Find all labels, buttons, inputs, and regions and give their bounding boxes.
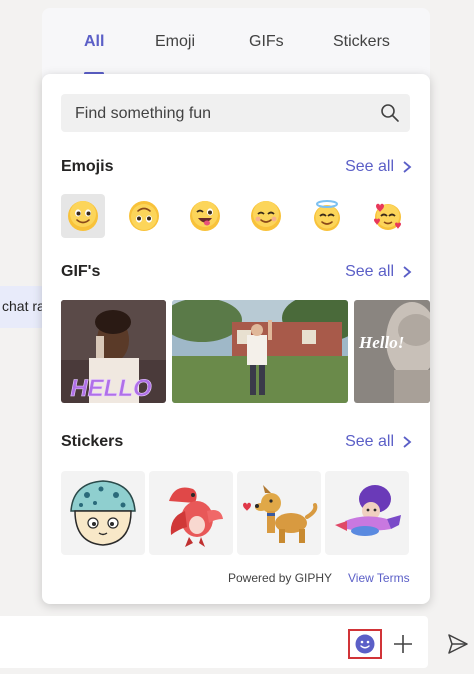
emojis-section-title: Emojis [61,158,114,175]
chat-message-text: chat ra [2,298,45,314]
blush-emoji[interactable] [244,194,288,238]
gifs-section-title: GIF's [61,263,101,280]
gif-statue-caption: Hello! [358,333,404,352]
smiley-icon [355,634,375,654]
halo-emoji[interactable] [305,194,349,238]
smile-emoji[interactable] [61,194,105,238]
tab-all[interactable]: All [84,33,104,51]
gif-wave-boy[interactable] [172,300,348,403]
winking-tongue-emoji[interactable] [183,194,227,238]
gif-hello-caption: HELLO [70,375,152,402]
hearts-emoji[interactable] [366,194,410,238]
superhero-sticker[interactable] [325,471,409,555]
emojis-see-all-label: See all [345,158,394,175]
tab-stickers[interactable]: Stickers [333,33,390,51]
view-terms-link[interactable]: View Terms [348,571,410,585]
stickers-see-all-link[interactable]: See all [345,433,412,451]
gifs-see-all-label: See all [345,263,394,280]
gif-statue-hello[interactable]: Hello! [354,300,430,403]
tab-emoji[interactable]: Emoji [155,33,195,51]
search-input[interactable]: Find something fun [75,105,211,123]
stickers-section-title: Stickers [61,433,124,450]
gif-hello-man[interactable]: HELLO [61,300,166,403]
gifs-see-all-link[interactable]: See all [345,263,412,281]
emojis-see-all-link[interactable]: See all [345,158,412,176]
tab-gifs[interactable]: GIFs [249,33,284,51]
search-box[interactable]: Find something fun [61,94,410,132]
chevron-right-icon [403,161,412,173]
emoji-button[interactable] [348,629,382,659]
emoji-gif-sticker-panel: Find something fun Emojis See all GIF's … [42,74,430,604]
send-icon[interactable] [446,632,470,656]
mushroom-sticker[interactable] [61,471,145,555]
dragon-sticker[interactable] [149,471,233,555]
chevron-right-icon [403,436,412,448]
chevron-right-icon [403,266,412,278]
plus-icon[interactable] [392,631,414,657]
chat-message-snippet: chat ra [0,286,45,328]
dog-sticker[interactable] [237,471,321,555]
upside-down-emoji[interactable] [122,194,166,238]
powered-by-giphy-text: Powered by GIPHY [228,571,333,585]
stickers-see-all-label: See all [345,433,394,450]
search-icon[interactable] [380,103,400,123]
